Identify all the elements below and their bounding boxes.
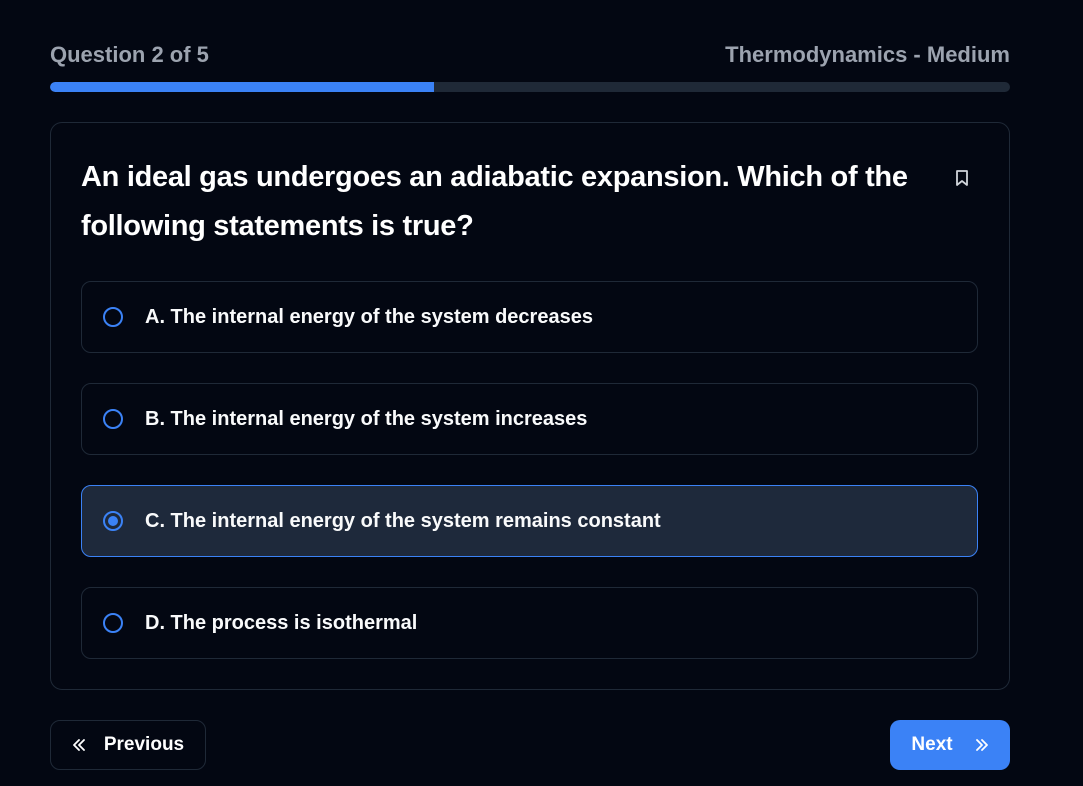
radio-button[interactable] [103, 409, 123, 429]
chevrons-right-icon [975, 739, 989, 751]
bookmark-button[interactable] [949, 165, 975, 191]
question-counter: Question 2 of 5 [50, 42, 209, 67]
previous-label: Previous [103, 734, 185, 755]
option-label: B. The internal energy of the system inc… [145, 407, 588, 430]
progress-bar-fill [50, 82, 434, 92]
option-label: D. The process is isothermal [145, 611, 418, 634]
previous-button[interactable]: Previous [50, 720, 206, 770]
radio-dot [108, 516, 118, 526]
radio-button[interactable] [103, 307, 123, 327]
chevrons-left-icon [72, 739, 86, 751]
progress-bar [50, 82, 1010, 92]
option-c[interactable]: C. The internal energy of the system rem… [81, 485, 978, 557]
option-d[interactable]: D. The process is isothermal [81, 587, 978, 659]
next-label: Next [911, 734, 953, 755]
radio-button[interactable] [103, 511, 123, 531]
option-b[interactable]: B. The internal energy of the system inc… [81, 383, 978, 455]
radio-button[interactable] [103, 613, 123, 633]
topic-difficulty-label: Thermodynamics - Medium [725, 42, 1010, 67]
question-card: An ideal gas undergoes an adiabatic expa… [50, 122, 1010, 690]
bookmark-icon [956, 170, 968, 186]
option-label: A. The internal energy of the system dec… [145, 305, 593, 328]
next-button[interactable]: Next [890, 720, 1010, 770]
question-text: An ideal gas undergoes an adiabatic expa… [81, 161, 908, 242]
option-label: C. The internal energy of the system rem… [145, 509, 661, 532]
quiz-header: Question 2 of 5 Thermodynamics - Medium [50, 40, 1010, 70]
quiz-page: Question 2 of 5 Thermodynamics - Medium … [50, 0, 1010, 786]
option-a[interactable]: A. The internal energy of the system dec… [81, 281, 978, 353]
